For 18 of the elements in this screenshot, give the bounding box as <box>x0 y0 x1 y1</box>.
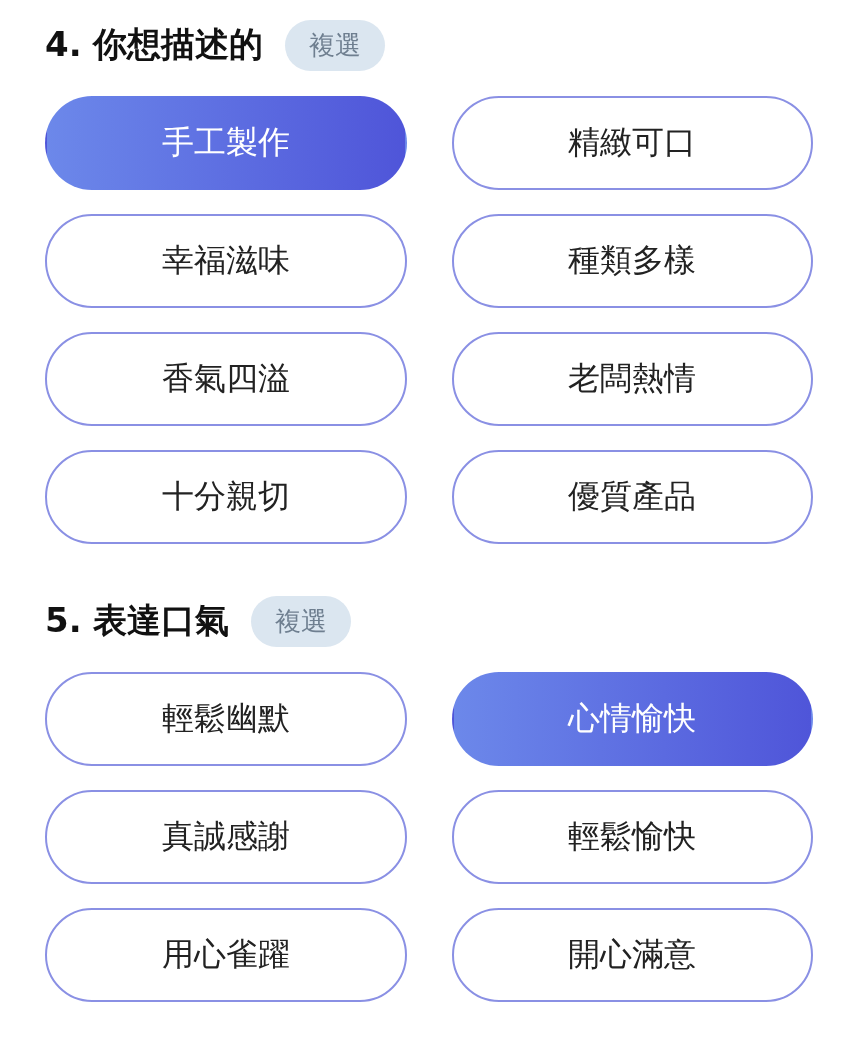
option-chip[interactable]: 精緻可口 <box>451 96 813 190</box>
option-chip[interactable]: 老闆熱情 <box>451 332 813 426</box>
option-chip[interactable]: 用心雀躍 <box>45 908 407 1002</box>
option-chip[interactable]: 手工製作 <box>45 96 407 190</box>
option-chip[interactable]: 心情愉快 <box>451 672 813 766</box>
option-chip[interactable]: 輕鬆愉快 <box>451 790 813 884</box>
option-chip[interactable]: 香氣四溢 <box>45 332 407 426</box>
option-chip[interactable]: 十分親切 <box>45 450 407 544</box>
option-chip[interactable]: 種類多樣 <box>451 214 813 308</box>
option-chip[interactable]: 優質產品 <box>451 450 813 544</box>
option-chip[interactable]: 幸福滋味 <box>45 214 407 308</box>
multi-select-badge: 複選 <box>251 595 352 647</box>
section-title: 5. 表達口氣 <box>45 599 230 642</box>
multi-select-badge: 複選 <box>285 19 386 71</box>
option-chip[interactable]: 開心滿意 <box>451 908 813 1002</box>
section-title: 4. 你想描述的 <box>45 23 264 66</box>
option-chip[interactable]: 真誠感謝 <box>45 790 407 884</box>
option-chip[interactable]: 輕鬆幽默 <box>45 672 407 766</box>
